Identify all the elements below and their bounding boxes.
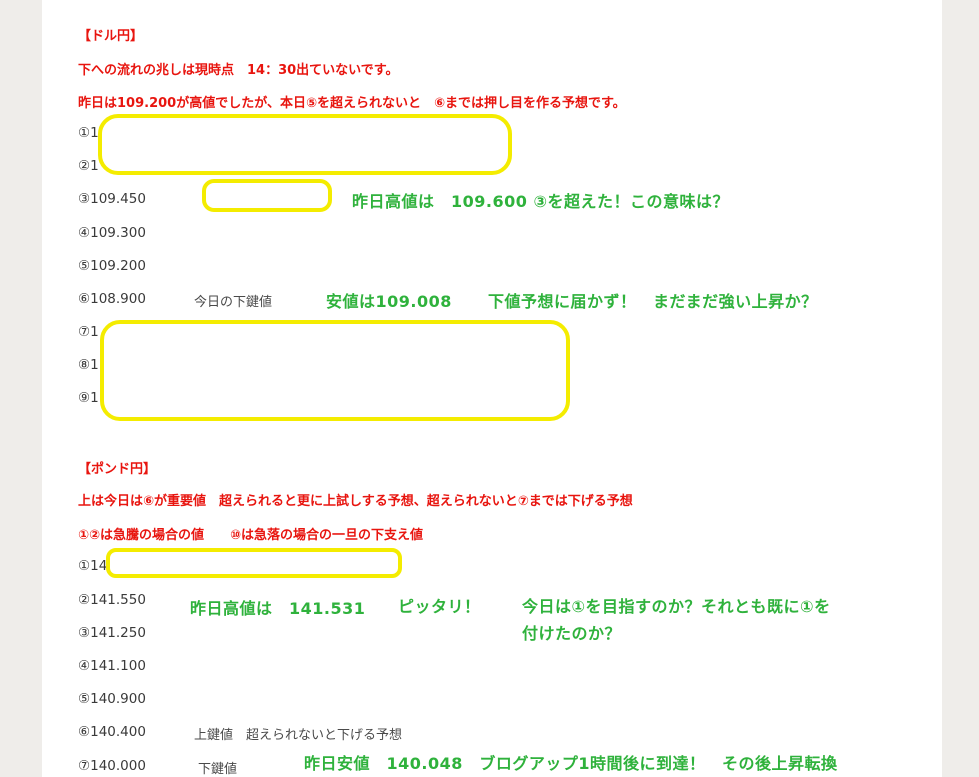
gbpjpy-level-3: ③141.250 xyxy=(78,625,146,641)
usdjpy-level-4: ④109.300 xyxy=(78,225,146,241)
gbpjpy-comment-target-line-2: 付けたのか？ xyxy=(522,624,622,643)
usdjpy-level-3: ③109.450 xyxy=(78,191,146,207)
gbpjpy-comment-prev-high: 昨日高値は 141.531 xyxy=(190,599,366,618)
gbpjpy-level-6-note: 上鍵値 超えられないと下げる予想 xyxy=(194,728,403,743)
usdjpy-level-8: ⑧1 xyxy=(78,357,99,373)
usdjpy-level-9: ⑨1 xyxy=(78,390,99,406)
gbpjpy-comment-target-line-1: 今日は①を目指すのか？それとも既に①を xyxy=(522,597,831,616)
usdjpy-level-2: ②1 xyxy=(78,158,99,174)
usdjpy-level-7: ⑦1 xyxy=(78,324,99,340)
gbpjpy-level-6: ⑥140.400 xyxy=(78,724,146,740)
usdjpy-intro-line-2: 昨日は109.200が高値でしたが、本日⑤を超えられないと ⑥までは押し目を作る… xyxy=(78,96,626,111)
gbpjpy-intro-line-1: 上は今日は⑥が重要値 超えられると更に上試しする予想、超えられないと⑦までは下げ… xyxy=(78,494,633,509)
gbpjpy-level-7: ⑦140.000 xyxy=(78,758,146,774)
gbpjpy-level-7-note: 下鍵値 xyxy=(198,762,238,777)
usdjpy-highlight-mask-7-9 xyxy=(100,320,570,421)
gbpjpy-level-1: ①14 xyxy=(78,558,108,574)
usdjpy-level-6: ⑥108.900 xyxy=(78,291,146,307)
usdjpy-level-1: ①1 xyxy=(78,125,99,141)
usdjpy-comment-level-6-low: 安値は109.008 xyxy=(326,292,452,311)
article-body: 【ドル円】 下への流れの兆しは現時点 14：30出ていないです。 昨日は109.… xyxy=(42,0,942,777)
usdjpy-level-5: ⑤109.200 xyxy=(78,258,146,274)
usdjpy-highlight-mask-3 xyxy=(202,179,332,212)
usdjpy-heading: 【ドル円】 xyxy=(78,29,144,44)
gbpjpy-heading: 【ポンド円】 xyxy=(78,462,157,477)
usdjpy-comment-level-6-forecast: 下値予想に届かず！ まだまだ強い上昇か？ xyxy=(488,292,818,311)
usdjpy-comment-level-3: 昨日高値は 109.600 ③を超えた！この意味は？ xyxy=(352,192,729,211)
gbpjpy-level-2: ②141.550 xyxy=(78,592,146,608)
gbpjpy-highlight-mask-1 xyxy=(106,548,402,578)
gbpjpy-level-4: ④141.100 xyxy=(78,658,146,674)
usdjpy-highlight-mask-1-2 xyxy=(98,114,512,175)
usdjpy-intro-line-1: 下への流れの兆しは現時点 14：30出ていないです。 xyxy=(78,63,399,78)
gbpjpy-level-5: ⑤140.900 xyxy=(78,691,146,707)
gbpjpy-comment-level-7: 昨日安値 140.048 ブログアップ1時間後に到達！ その後上昇転換 xyxy=(304,754,838,773)
gbpjpy-comment-exact: ピッタリ！ xyxy=(398,597,481,616)
gbpjpy-intro-line-2: ①②は急騰の場合の値 ⑩は急落の場合の一旦の下支え値 xyxy=(78,528,424,543)
usdjpy-level-6-note: 今日の下鍵値 xyxy=(194,295,273,310)
